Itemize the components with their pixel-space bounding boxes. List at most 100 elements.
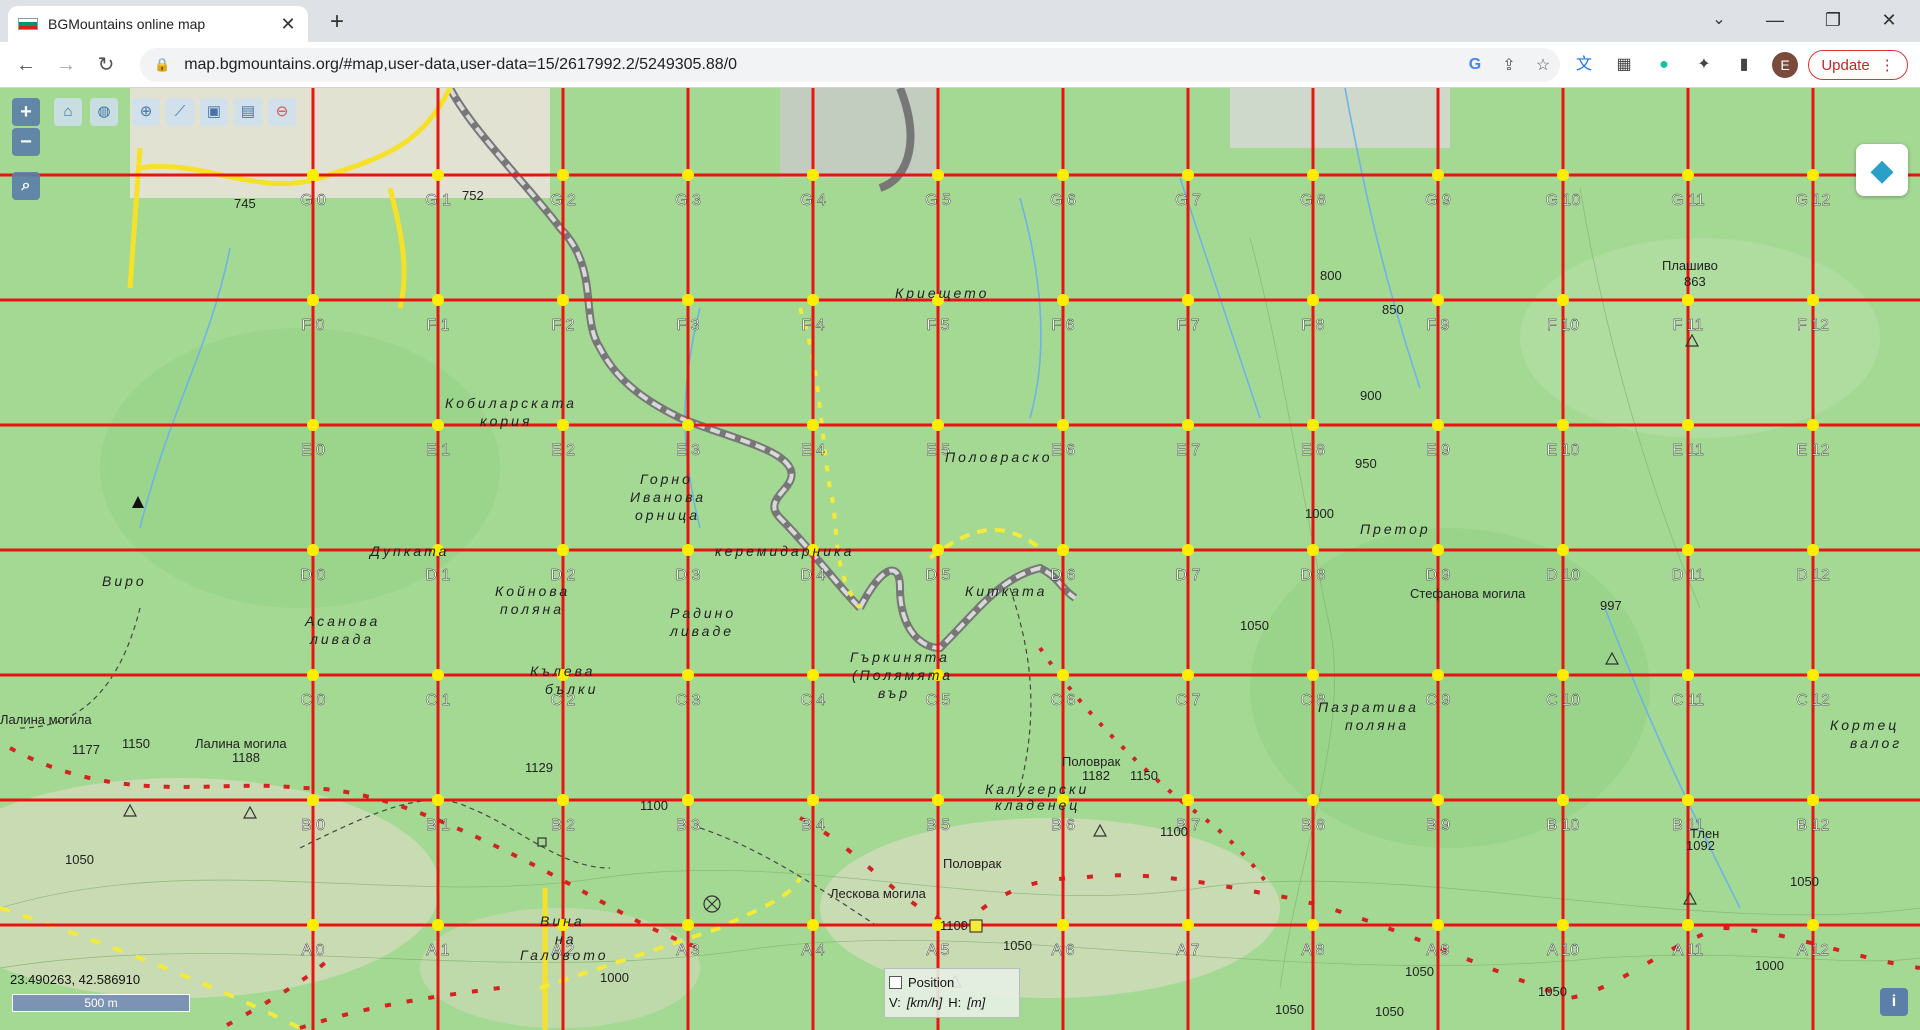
- draw-point-icon[interactable]: ⊕: [132, 98, 160, 126]
- place-label: бълки: [545, 681, 598, 697]
- grid-node: [432, 419, 444, 431]
- grid-node: [932, 419, 944, 431]
- grid-cell-label: A 7: [1176, 942, 1199, 959]
- lock-icon[interactable]: 🔒: [154, 57, 170, 73]
- search-icon[interactable]: ⌕: [12, 172, 40, 200]
- grid-node: [1057, 419, 1069, 431]
- grid-node: [932, 169, 944, 181]
- grid-cell-label: E 3: [676, 442, 700, 459]
- place-label: Галовото: [520, 947, 609, 963]
- address-bar[interactable]: 🔒 map.bgmountains.org/#map,user-data,use…: [140, 48, 1560, 82]
- grid-node: [1057, 544, 1069, 556]
- grid-cell-label: C 0: [301, 692, 326, 709]
- grid-node: [682, 794, 694, 806]
- draw-line-icon[interactable]: ⟋: [166, 98, 194, 126]
- grid-cell-label: A 9: [1426, 942, 1449, 959]
- draw-area-icon[interactable]: ▣: [200, 98, 228, 126]
- grid-node: [1307, 794, 1319, 806]
- grid-cell-label: B 4: [801, 817, 825, 834]
- height-unit: [m]: [967, 994, 986, 1010]
- place-label: на: [555, 931, 577, 947]
- map-svg[interactable]: G 0 G 1 G 2 G 3 G 4 G 5 G 6 G 7 G 8 G 9 G 10 G 11 G …: [0, 88, 1920, 1030]
- grid-node: [807, 794, 819, 806]
- browser-tab[interactable]: BGMountains online map ✕: [8, 6, 308, 42]
- zoom-out-button[interactable]: −: [12, 128, 40, 156]
- position-checkbox[interactable]: [889, 975, 902, 989]
- place-label: 1129: [525, 760, 553, 775]
- google-icon[interactable]: G: [1458, 56, 1492, 74]
- grid-cell-label: D 6: [1051, 567, 1076, 584]
- tab-title: BGMountains online map: [48, 16, 206, 32]
- scale-bar: 500 m: [12, 994, 190, 1012]
- place-label: ливада: [309, 631, 374, 647]
- place-label: 1000: [1305, 506, 1334, 521]
- extensions-puzzle-icon[interactable]: ✦: [1692, 53, 1716, 77]
- grid-node: [432, 169, 444, 181]
- grid-node: [682, 544, 694, 556]
- reload-icon[interactable]: ↻: [92, 51, 120, 79]
- grid-cell-label: E 2: [551, 442, 575, 459]
- place-label: 1000: [1755, 958, 1784, 973]
- place-label: Иванова: [630, 489, 706, 505]
- grid-node: [1682, 294, 1694, 306]
- layers-button[interactable]: ◆: [1856, 144, 1908, 196]
- grid-cell-label: E 0: [301, 442, 325, 459]
- grid-cell-label: C 7: [1176, 692, 1201, 709]
- forward-arrow-icon[interactable]: →: [52, 51, 80, 79]
- place-label: валог: [1850, 735, 1902, 751]
- side-panel-icon[interactable]: ▮: [1732, 53, 1756, 77]
- grid-cell-label: B 10: [1547, 817, 1580, 834]
- share-icon[interactable]: ⇪: [1492, 55, 1526, 75]
- speed-label: V:: [889, 994, 901, 1010]
- layers-icon: ◆: [1870, 153, 1894, 187]
- grid-cell-label: F 3: [676, 317, 699, 334]
- grid-node: [1807, 294, 1819, 306]
- grid-cell-label: E 12: [1797, 442, 1830, 459]
- grid-cell-label: B 2: [551, 817, 575, 834]
- new-tab-button[interactable]: +: [322, 8, 352, 38]
- zoom-in-button[interactable]: +: [12, 98, 40, 126]
- bookmark-star-icon[interactable]: ☆: [1526, 55, 1560, 75]
- grid-cell-label: E 10: [1547, 442, 1580, 459]
- grammarly-extension-icon[interactable]: ●: [1652, 53, 1676, 77]
- bulgaria-flag-icon: [18, 18, 38, 30]
- grid-node: [682, 919, 694, 931]
- translate-extension-icon[interactable]: 文: [1572, 53, 1596, 77]
- update-button[interactable]: Update ⋮: [1808, 50, 1908, 80]
- map-canvas[interactable]: G 0 G 1 G 2 G 3 G 4 G 5 G 6 G 7 G 8 G 9 G 10 G 11 G …: [0, 88, 1920, 1030]
- grid-node: [1182, 794, 1194, 806]
- tab-search-icon[interactable]: ⌄: [1696, 4, 1742, 36]
- grid-node: [1432, 419, 1444, 431]
- grid-cell-label: C 1: [426, 692, 451, 709]
- grid-cell-label: G 5: [925, 192, 951, 209]
- grid-node: [1182, 544, 1194, 556]
- grid-cell-label: A 4: [801, 942, 824, 959]
- close-window-button[interactable]: ✕: [1866, 4, 1912, 36]
- back-arrow-icon[interactable]: ←: [12, 51, 40, 79]
- grid-node: [1682, 919, 1694, 931]
- grid-node: [1807, 419, 1819, 431]
- grid-node: [432, 294, 444, 306]
- grid-cell-label: F 0: [301, 317, 324, 334]
- place-label: 1050: [1790, 874, 1819, 889]
- globe-icon[interactable]: ◍: [90, 98, 118, 126]
- home-icon[interactable]: ⌂: [54, 98, 82, 126]
- grid-node: [1182, 294, 1194, 306]
- delete-icon[interactable]: ⊖: [268, 98, 296, 126]
- url-text[interactable]: map.bgmountains.org/#map,user-data,user-…: [184, 56, 1458, 74]
- grid-extension-icon[interactable]: ▦: [1612, 53, 1636, 77]
- place-label: 1188: [232, 750, 260, 765]
- info-button[interactable]: i: [1880, 988, 1908, 1016]
- place-label: 1100: [1160, 824, 1188, 839]
- grid-cell-label: A 1: [426, 942, 449, 959]
- save-icon[interactable]: ▤: [234, 98, 262, 126]
- grid-node: [557, 544, 569, 556]
- grid-node: [807, 919, 819, 931]
- maximize-button[interactable]: ❐: [1810, 4, 1856, 36]
- grid-cell-label: E 9: [1426, 442, 1450, 459]
- cursor-coordinates: 23.490263, 42.586910: [10, 972, 141, 987]
- minimize-button[interactable]: —: [1752, 4, 1798, 36]
- place-label: 1050: [1538, 984, 1567, 999]
- profile-avatar[interactable]: E: [1772, 52, 1798, 78]
- tab-close-icon[interactable]: ✕: [278, 14, 298, 35]
